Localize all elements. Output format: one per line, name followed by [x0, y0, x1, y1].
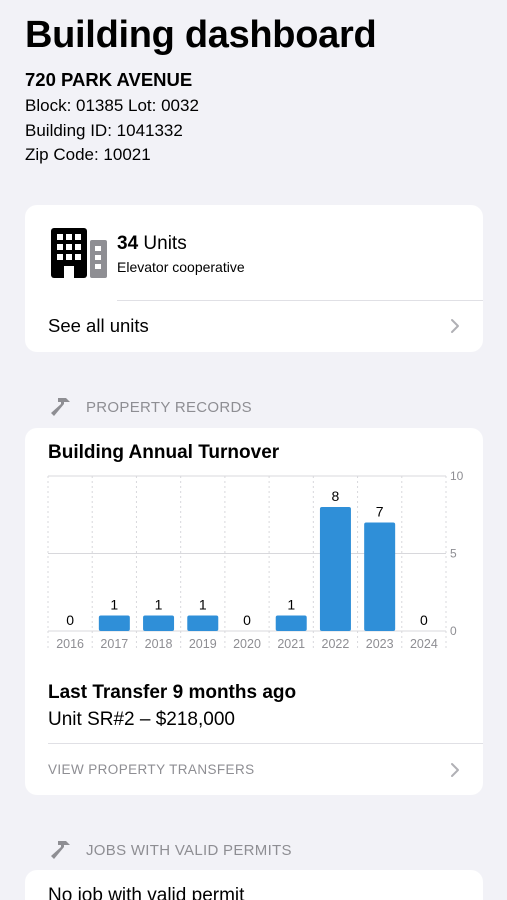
bar-value-label: 0: [243, 612, 251, 628]
bar-value-label: 1: [155, 597, 163, 613]
permits-card: No job with valid permit: [25, 870, 483, 900]
page-title: Building dashboard: [25, 14, 377, 56]
x-tick-label: 2023: [366, 637, 394, 651]
bar: [98, 615, 130, 631]
see-all-units-label: See all units: [48, 315, 149, 336]
building-id: Building ID: 1041332: [25, 121, 183, 140]
last-transfer-detail: Unit SR#2 – $218,000: [48, 709, 235, 730]
permits-header: JOBS WITH VALID PERMITS: [48, 836, 292, 864]
x-tick-label: 2022: [322, 637, 350, 651]
y-tick-label: 5: [450, 547, 457, 561]
chevron-right-icon: [451, 763, 459, 777]
turnover-chart: 0 5 10 0 2016 1 2017 1 2018 1 2019 0 2020 1 2021 8 2022 7…: [47, 469, 464, 651]
zip-code: Zip Code: 10021: [25, 145, 151, 164]
units-card: 34 Units Elevator cooperative See all un…: [25, 205, 483, 352]
y-tick-label: 10: [450, 469, 464, 483]
x-tick-label: 2018: [145, 637, 173, 651]
bar-value-label: 1: [110, 597, 118, 613]
property-records-label: PROPERTY RECORDS: [86, 398, 252, 416]
no-job-text: No job with valid permit: [48, 885, 245, 900]
see-all-units-row[interactable]: See all units: [25, 301, 483, 352]
units-type: Elevator cooperative: [117, 259, 245, 275]
hammer-icon: [51, 398, 70, 416]
view-property-transfers-row[interactable]: VIEW PROPERTY TRANSFERS: [25, 744, 483, 795]
bar: [364, 522, 396, 631]
bar-value-label: 0: [66, 612, 74, 628]
last-transfer-title: Last Transfer 9 months ago: [48, 682, 297, 703]
hammer-icon: [51, 841, 70, 859]
property-records-card: Building Annual Turnover 0 5 10 0 2016 1 2017 1…: [25, 428, 483, 795]
units-count: 34 Units: [117, 233, 187, 254]
x-tick-label: 2024: [410, 637, 438, 651]
property-records-header: PROPERTY RECORDS: [48, 393, 252, 421]
bar-value-label: 8: [332, 488, 340, 504]
view-property-transfers-label: VIEW PROPERTY TRANSFERS: [48, 762, 255, 777]
x-tick-label: 2019: [189, 637, 217, 651]
bar: [187, 615, 219, 631]
bar: [275, 615, 307, 631]
x-tick-label: 2017: [100, 637, 128, 651]
bar: [143, 615, 175, 631]
x-tick-label: 2021: [277, 637, 305, 651]
bar-value-label: 1: [199, 597, 207, 613]
chevron-right-icon: [451, 319, 459, 333]
block-lot: Block: 01385 Lot: 0032: [25, 96, 199, 115]
bar: [319, 507, 351, 631]
building-icon: [51, 228, 107, 278]
bar-value-label: 1: [287, 597, 295, 613]
bar-value-label: 7: [376, 504, 384, 520]
x-tick-label: 2020: [233, 637, 261, 651]
x-tick-label: 2016: [56, 637, 84, 651]
permits-label: JOBS WITH VALID PERMITS: [86, 841, 292, 859]
chart-title: Building Annual Turnover: [48, 442, 280, 463]
building-address: 720 PARK AVENUE: [25, 69, 193, 90]
y-tick-label: 0: [450, 624, 457, 638]
bar-value-label: 0: [420, 612, 428, 628]
